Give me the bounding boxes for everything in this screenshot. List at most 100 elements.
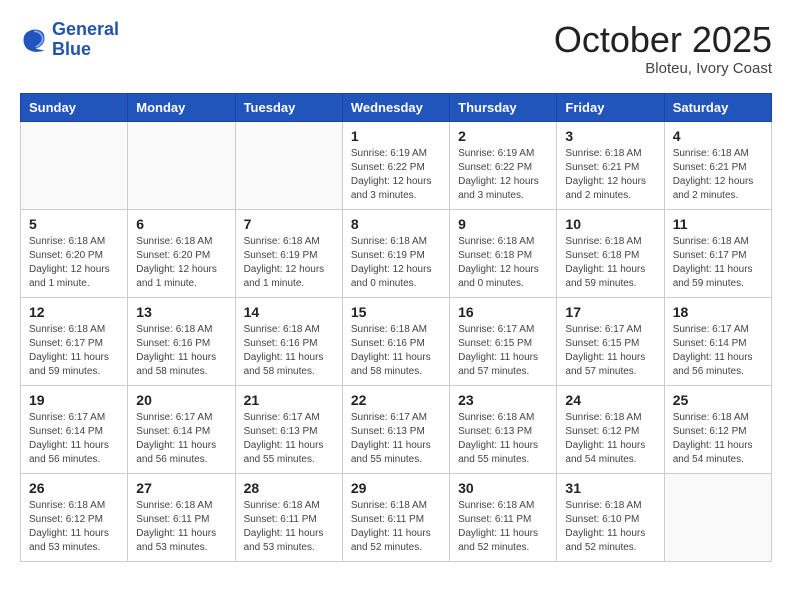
- day-info: Sunrise: 6:18 AM Sunset: 6:11 PM Dayligh…: [244, 499, 334, 555]
- day-number: 7: [244, 216, 334, 232]
- col-header-sunday: Sunday: [21, 93, 128, 121]
- calendar-cell: 30 Sunrise: 6:18 AM Sunset: 6:11 PM Dayli…: [450, 473, 557, 561]
- calendar-cell: 9Sunrise: 6:18 AM Sunset: 6:18 PM Daylig…: [450, 209, 557, 297]
- calendar-cell: 31Sunrise: 6:18 AM Sunset: 6:10 PM Dayli…: [557, 473, 664, 561]
- calendar-cell: 13 Sunrise: 6:18 AM Sunset: 6:16 PM Dayli…: [128, 297, 235, 385]
- calendar-cell: [21, 121, 128, 209]
- calendar-cell: 3 Sunrise: 6:18 AM Sunset: 6:21 PM Daylig…: [557, 121, 664, 209]
- day-number: 31: [565, 480, 655, 496]
- calendar-cell: 16 Sunrise: 6:17 AM Sunset: 6:15 PM Dayli…: [450, 297, 557, 385]
- page-header: General Blue October 2025 Bloteu, Ivory …: [20, 20, 772, 77]
- calendar-cell: 29Sunrise: 6:18 AM Sunset: 6:11 PM Dayli…: [342, 473, 449, 561]
- col-header-tuesday: Tuesday: [235, 93, 342, 121]
- day-info: Sunrise: 6:18 AM Sunset: 6:11 PM Dayligh…: [136, 499, 226, 555]
- calendar-cell: 26 Sunrise: 6:18 AM Sunset: 6:12 PM Dayli…: [21, 473, 128, 561]
- location: Bloteu, Ivory Coast: [554, 60, 772, 77]
- logo: General Blue: [20, 20, 119, 60]
- calendar-cell: 5 Sunrise: 6:18 AM Sunset: 6:20 PM Daylig…: [21, 209, 128, 297]
- day-number: 19: [29, 392, 119, 408]
- calendar-cell: 21Sunrise: 6:17 AM Sunset: 6:13 PM Dayli…: [235, 385, 342, 473]
- day-number: 22: [351, 392, 441, 408]
- month-title: October 2025: [554, 20, 772, 60]
- day-number: 20: [136, 392, 226, 408]
- col-header-saturday: Saturday: [664, 93, 771, 121]
- calendar-cell: 18Sunrise: 6:17 AM Sunset: 6:14 PM Dayli…: [664, 297, 771, 385]
- day-info: Sunrise: 6:18 AM Sunset: 6:16 PM Dayligh…: [136, 323, 226, 379]
- day-info: Sunrise: 6:18 AM Sunset: 6:16 PM Dayligh…: [351, 323, 441, 379]
- day-info: Sunrise: 6:19 AM Sunset: 6:22 PM Dayligh…: [351, 147, 441, 203]
- day-number: 21: [244, 392, 334, 408]
- day-number: 6: [136, 216, 226, 232]
- calendar-cell: 20 Sunrise: 6:17 AM Sunset: 6:14 PM Dayli…: [128, 385, 235, 473]
- calendar-cell: 7Sunrise: 6:18 AM Sunset: 6:19 PM Daylig…: [235, 209, 342, 297]
- day-info: Sunrise: 6:17 AM Sunset: 6:15 PM Dayligh…: [458, 323, 548, 379]
- week-row-2: 12 Sunrise: 6:18 AM Sunset: 6:17 PM Dayli…: [21, 297, 772, 385]
- day-info: Sunrise: 6:18 AM Sunset: 6:20 PM Dayligh…: [29, 235, 119, 291]
- calendar-cell: 12 Sunrise: 6:18 AM Sunset: 6:17 PM Dayli…: [21, 297, 128, 385]
- day-number: 12: [29, 304, 119, 320]
- day-info: Sunrise: 6:18 AM Sunset: 6:13 PM Dayligh…: [458, 411, 548, 467]
- calendar-header-row: SundayMondayTuesdayWednesdayThursdayFrid…: [21, 93, 772, 121]
- calendar-cell: 17 Sunrise: 6:17 AM Sunset: 6:15 PM Dayli…: [557, 297, 664, 385]
- day-info: Sunrise: 6:17 AM Sunset: 6:13 PM Dayligh…: [351, 411, 441, 467]
- day-number: 26: [29, 480, 119, 496]
- day-info: Sunrise: 6:19 AM Sunset: 6:22 PM Dayligh…: [458, 147, 548, 203]
- day-number: 25: [673, 392, 763, 408]
- calendar-cell: 4Sunrise: 6:18 AM Sunset: 6:21 PM Daylig…: [664, 121, 771, 209]
- calendar-cell: 19 Sunrise: 6:17 AM Sunset: 6:14 PM Dayli…: [21, 385, 128, 473]
- logo-icon: [20, 26, 48, 54]
- day-number: 28: [244, 480, 334, 496]
- day-number: 1: [351, 128, 441, 144]
- day-info: Sunrise: 6:17 AM Sunset: 6:14 PM Dayligh…: [29, 411, 119, 467]
- day-info: Sunrise: 6:18 AM Sunset: 6:19 PM Dayligh…: [351, 235, 441, 291]
- col-header-monday: Monday: [128, 93, 235, 121]
- calendar-cell: 1 Sunrise: 6:19 AM Sunset: 6:22 PM Daylig…: [342, 121, 449, 209]
- calendar-cell: 24Sunrise: 6:18 AM Sunset: 6:12 PM Dayli…: [557, 385, 664, 473]
- day-info: Sunrise: 6:17 AM Sunset: 6:15 PM Dayligh…: [565, 323, 655, 379]
- day-number: 5: [29, 216, 119, 232]
- calendar-cell: 10Sunrise: 6:18 AM Sunset: 6:18 PM Dayli…: [557, 209, 664, 297]
- calendar-cell: [235, 121, 342, 209]
- col-header-friday: Friday: [557, 93, 664, 121]
- week-row-1: 5 Sunrise: 6:18 AM Sunset: 6:20 PM Daylig…: [21, 209, 772, 297]
- calendar-cell: 28 Sunrise: 6:18 AM Sunset: 6:11 PM Dayli…: [235, 473, 342, 561]
- day-number: 15: [351, 304, 441, 320]
- day-info: Sunrise: 6:18 AM Sunset: 6:17 PM Dayligh…: [29, 323, 119, 379]
- day-number: 2: [458, 128, 548, 144]
- day-info: Sunrise: 6:18 AM Sunset: 6:18 PM Dayligh…: [458, 235, 548, 291]
- day-number: 4: [673, 128, 763, 144]
- day-info: Sunrise: 6:18 AM Sunset: 6:11 PM Dayligh…: [458, 499, 548, 555]
- calendar-cell: 22 Sunrise: 6:17 AM Sunset: 6:13 PM Dayli…: [342, 385, 449, 473]
- day-number: 3: [565, 128, 655, 144]
- day-info: Sunrise: 6:17 AM Sunset: 6:14 PM Dayligh…: [136, 411, 226, 467]
- calendar-cell: 2 Sunrise: 6:19 AM Sunset: 6:22 PM Daylig…: [450, 121, 557, 209]
- day-number: 13: [136, 304, 226, 320]
- calendar-cell: 11Sunrise: 6:18 AM Sunset: 6:17 PM Dayli…: [664, 209, 771, 297]
- day-info: Sunrise: 6:18 AM Sunset: 6:21 PM Dayligh…: [565, 147, 655, 203]
- day-info: Sunrise: 6:18 AM Sunset: 6:12 PM Dayligh…: [29, 499, 119, 555]
- calendar-cell: 8Sunrise: 6:18 AM Sunset: 6:19 PM Daylig…: [342, 209, 449, 297]
- calendar-cell: [664, 473, 771, 561]
- day-info: Sunrise: 6:18 AM Sunset: 6:20 PM Dayligh…: [136, 235, 226, 291]
- col-header-thursday: Thursday: [450, 93, 557, 121]
- day-number: 29: [351, 480, 441, 496]
- calendar-cell: 27 Sunrise: 6:18 AM Sunset: 6:11 PM Dayli…: [128, 473, 235, 561]
- day-number: 23: [458, 392, 548, 408]
- week-row-3: 19 Sunrise: 6:17 AM Sunset: 6:14 PM Dayli…: [21, 385, 772, 473]
- calendar-cell: 6 Sunrise: 6:18 AM Sunset: 6:20 PM Daylig…: [128, 209, 235, 297]
- calendar-cell: 23 Sunrise: 6:18 AM Sunset: 6:13 PM Dayli…: [450, 385, 557, 473]
- logo-text: General Blue: [52, 20, 119, 60]
- day-number: 18: [673, 304, 763, 320]
- calendar-table: SundayMondayTuesdayWednesdayThursdayFrid…: [20, 93, 772, 562]
- calendar-cell: 25Sunrise: 6:18 AM Sunset: 6:12 PM Dayli…: [664, 385, 771, 473]
- title-block: October 2025 Bloteu, Ivory Coast: [554, 20, 772, 77]
- day-number: 14: [244, 304, 334, 320]
- col-header-wednesday: Wednesday: [342, 93, 449, 121]
- day-number: 17: [565, 304, 655, 320]
- day-number: 16: [458, 304, 548, 320]
- calendar-cell: 15 Sunrise: 6:18 AM Sunset: 6:16 PM Dayli…: [342, 297, 449, 385]
- day-info: Sunrise: 6:18 AM Sunset: 6:17 PM Dayligh…: [673, 235, 763, 291]
- day-info: Sunrise: 6:18 AM Sunset: 6:18 PM Dayligh…: [565, 235, 655, 291]
- day-number: 27: [136, 480, 226, 496]
- day-number: 30: [458, 480, 548, 496]
